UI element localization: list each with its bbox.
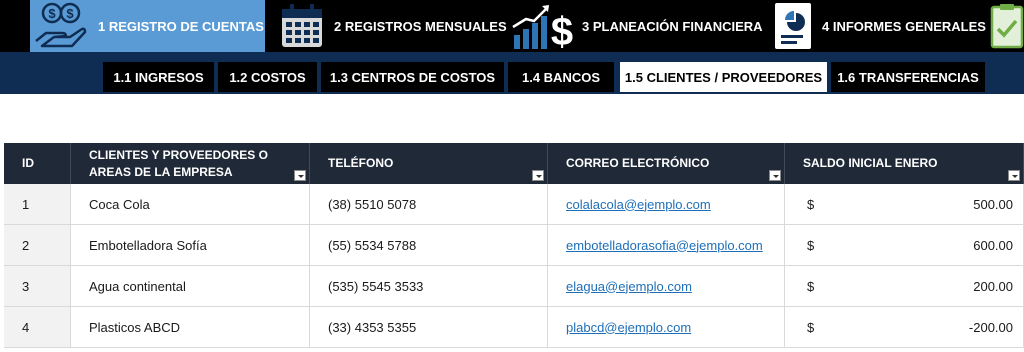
currency-symbol: $	[807, 196, 815, 212]
nav-planeacion-financiera[interactable]: $ 3 PLANEACIÓN FINANCIERA	[510, 0, 765, 52]
header-id: ID	[4, 143, 71, 184]
svg-text:$: $	[551, 10, 573, 51]
row-id: 2	[4, 225, 71, 265]
nav-informes-generales[interactable]: 4 INFORMES GENERALES	[772, 0, 986, 52]
table-row[interactable]: 2 Embotelladora Sofía (55) 5534 5788 emb…	[4, 225, 1024, 266]
money-hand-icon: $ $	[35, 2, 87, 48]
tab-ingresos[interactable]: 1.1 INGRESOS	[103, 62, 214, 92]
report-icon	[775, 3, 811, 49]
nav-label: 3 PLANEACIÓN FINANCIERA	[582, 18, 763, 34]
row-id: 3	[4, 266, 71, 306]
table-header: ID CLIENTES Y PROVEEDORES O AREAS DE LA E…	[4, 143, 1024, 184]
row-phone: (38) 5510 5078	[310, 184, 548, 224]
email-link[interactable]: embotelladorasofia@ejemplo.com	[548, 238, 763, 253]
header-balance: SALDO INICIAL ENERO	[785, 143, 1024, 184]
row-phone: (55) 5534 5788	[310, 225, 548, 265]
nav-registros-mensuales[interactable]: 2 REGISTROS MENSUALES	[278, 0, 507, 52]
row-id: 1	[4, 184, 71, 224]
calendar-icon	[282, 4, 322, 47]
table-row[interactable]: 4 Plasticos ABCD (33) 4353 5355 plabcd@e…	[4, 307, 1024, 348]
svg-text:$: $	[66, 6, 74, 21]
row-email: elagua@ejemplo.com	[548, 266, 785, 306]
balance-value: 600.00	[973, 237, 1013, 253]
nav-checklist[interactable]	[988, 0, 1024, 52]
row-name: Plasticos ABCD	[71, 307, 310, 347]
tab-transferencias[interactable]: 1.6 TRANSFERENCIAS	[831, 62, 985, 92]
row-email: plabcd@ejemplo.com	[548, 307, 785, 347]
email-link[interactable]: plabcd@ejemplo.com	[548, 320, 691, 335]
svg-text:$: $	[48, 6, 56, 21]
tab-bancos[interactable]: 1.4 BANCOS	[508, 62, 614, 92]
checklist-icon	[990, 4, 1024, 49]
header-name-line2: AREAS DE LA EMPRESA	[89, 164, 233, 179]
row-id: 4	[4, 307, 71, 347]
header-email: CORREO ELECTRÓNICO	[548, 143, 785, 184]
balance-value: -200.00	[968, 319, 1013, 335]
tab-costos[interactable]: 1.2 COSTOS	[218, 62, 317, 92]
header-name: CLIENTES Y PROVEEDORES O AREAS DE LA EMPR…	[71, 143, 310, 184]
nav-label: 4 INFORMES GENERALES	[822, 18, 986, 34]
balance-value: 200.00	[973, 278, 1013, 294]
currency-symbol: $	[807, 278, 815, 294]
table-row[interactable]: 3 Agua continental (535) 5545 3533 elagu…	[4, 266, 1024, 307]
header-name-line1: CLIENTES Y PROVEEDORES O	[89, 147, 268, 162]
row-name: Embotelladora Sofía	[71, 225, 310, 265]
nav-label: 1 REGISTRO DE CUENTAS	[98, 18, 264, 34]
row-phone: (535) 5545 3533	[310, 266, 548, 306]
row-balance: $200.00	[785, 266, 1024, 306]
row-balance: $600.00	[785, 225, 1024, 265]
row-phone: (33) 4353 5355	[310, 307, 548, 347]
tab-centros-de-costos[interactable]: 1.3 CENTROS DE COSTOS	[321, 62, 504, 92]
row-balance: $ -200.00	[785, 307, 1024, 347]
tab-clientes-proveedores[interactable]: 1.5 CLIENTES / PROVEEDORES	[620, 62, 827, 92]
row-name: Coca Cola	[71, 184, 310, 224]
filter-dropdown-button[interactable]	[769, 170, 781, 181]
filter-dropdown-button[interactable]	[532, 170, 544, 181]
email-link[interactable]: colalacola@ejemplo.com	[548, 197, 711, 212]
row-email: embotelladorasofia@ejemplo.com	[548, 225, 785, 265]
row-email: colalacola@ejemplo.com	[548, 184, 785, 224]
table-row[interactable]: 1 Coca Cola (38) 5510 5078 colalacola@ej…	[4, 184, 1024, 225]
balance-value: 500.00	[973, 196, 1013, 212]
row-name: Agua continental	[71, 266, 310, 306]
email-link[interactable]: elagua@ejemplo.com	[548, 279, 692, 294]
currency-symbol: $	[807, 237, 815, 253]
filter-dropdown-button[interactable]	[1008, 170, 1020, 181]
nav-registro-de-cuentas[interactable]: $ $ 1 REGISTRO DE CUENTAS	[30, 0, 265, 52]
growth-chart-icon: $	[512, 5, 573, 51]
currency-symbol: $	[807, 319, 815, 335]
header-phone: TELÉFONO	[310, 143, 548, 184]
row-balance: $500.00	[785, 184, 1024, 224]
filter-dropdown-button[interactable]	[294, 170, 306, 181]
nav-label: 2 REGISTROS MENSUALES	[334, 18, 507, 34]
